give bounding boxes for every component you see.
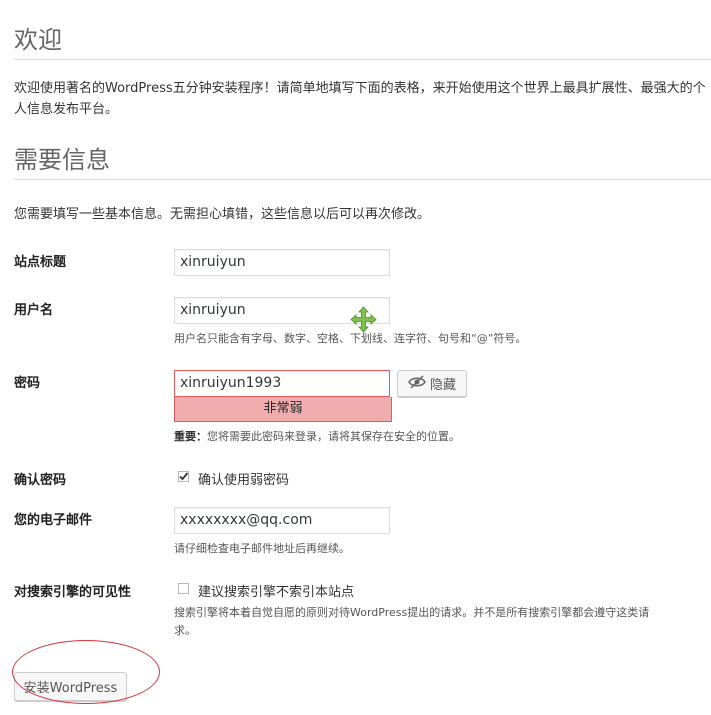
password-note: 重要：您将需要此密码来登录，请将其保存在安全的位置。 [174, 428, 460, 446]
hide-password-button[interactable]: 隐藏 [397, 370, 467, 397]
install-wordpress-button[interactable]: 安装WordPress [14, 672, 127, 701]
password-strength-meter: 非常弱 [174, 397, 392, 422]
discourage-search-checkbox[interactable] [178, 583, 189, 594]
discourage-search-label[interactable]: 建议搜索引擎不索引本站点 [198, 581, 354, 600]
search-visibility-hint-line2: 求。 [174, 624, 196, 637]
password-note-text: 您将需要此密码来登录，请将其保存在安全的位置。 [207, 430, 460, 443]
email-input[interactable]: xxxxxxxx@qq.com [174, 507, 390, 534]
info-subtitle: 您需要填写一些基本信息。无需担心填错，这些信息以后可以再次修改。 [14, 207, 431, 222]
site-title-label: 站点标题 [14, 255, 67, 270]
site-title-input[interactable]: xinruiyun [174, 249, 390, 276]
username-label: 用户名 [14, 303, 54, 318]
confirm-weak-checkbox[interactable] [178, 471, 189, 482]
welcome-heading: 欢迎 [14, 26, 62, 54]
welcome-divider [14, 59, 711, 60]
search-visibility-label: 对搜索引擎的可见性 [14, 585, 132, 600]
search-visibility-hint: 搜索引擎将本着自觉自愿的原则对待WordPress提出的请求。并不是所有搜索引擎… [174, 604, 704, 640]
password-label: 密码 [14, 376, 41, 391]
info-heading: 需要信息 [14, 146, 110, 174]
password-input[interactable]: xinruiyun1993 [174, 370, 390, 397]
move-cursor-icon [350, 306, 377, 333]
search-visibility-hint-line1: 搜索引擎将本着自觉自愿的原则对待WordPress提出的请求。并不是所有搜索引擎… [174, 606, 650, 619]
eye-slash-icon [408, 374, 426, 393]
password-note-bold: 重要： [174, 430, 207, 443]
confirm-password-label: 确认密码 [14, 473, 67, 488]
email-hint: 请仔细检查电子邮件地址后再继续。 [174, 542, 350, 555]
welcome-intro: 欢迎使用著名的WordPress五分钟安装程序！请简单地填写下面的表格，来开始使… [14, 81, 706, 117]
email-label: 您的电子邮件 [14, 513, 93, 528]
hide-password-label: 隐藏 [429, 378, 456, 393]
confirm-weak-label[interactable]: 确认使用弱密码 [198, 469, 289, 488]
info-divider [14, 179, 711, 180]
